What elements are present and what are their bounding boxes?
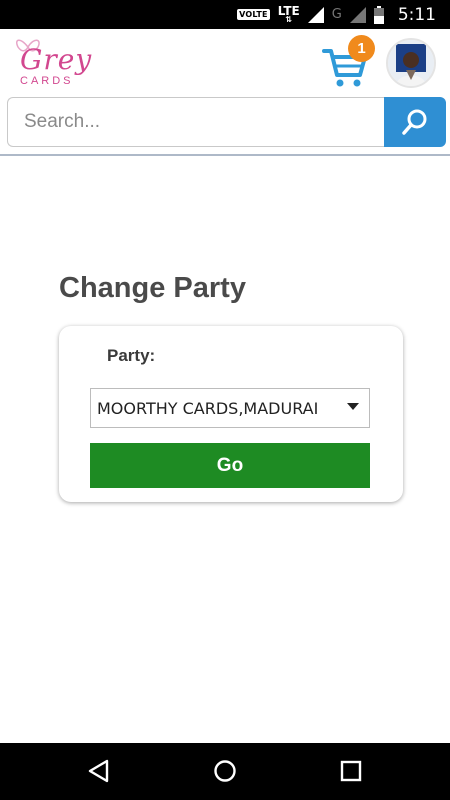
status-bar: VOLTE LTE ⇅ G 5:11 xyxy=(0,0,450,29)
clock: 5:11 xyxy=(397,4,436,25)
party-selected-value: MOORTHY CARDS,MADURAI xyxy=(97,398,319,418)
user-avatar[interactable] xyxy=(386,38,436,88)
change-party-card: Party: MOORTHY CARDS,MADURAI Go xyxy=(59,326,403,502)
logo-wordmark: Grey xyxy=(20,43,93,76)
party-select[interactable]: MOORTHY CARDS,MADURAI xyxy=(90,388,370,428)
app-header: Grey CARDS 1 xyxy=(0,29,450,95)
go-button[interactable]: Go xyxy=(90,443,370,488)
page-title: Change Party xyxy=(59,272,246,304)
search-icon xyxy=(402,109,427,135)
logo-subtitle: CARDS xyxy=(20,75,74,87)
recents-icon[interactable] xyxy=(339,759,363,783)
signal-secondary-icon xyxy=(349,6,366,23)
battery-icon xyxy=(373,5,384,24)
avatar-photo-icon xyxy=(388,40,434,86)
header-divider xyxy=(0,154,450,156)
search-bar xyxy=(7,97,446,147)
home-icon[interactable] xyxy=(213,759,237,783)
lte-indicator: LTE ⇅ xyxy=(278,5,300,24)
search-button[interactable] xyxy=(384,97,446,147)
back-icon[interactable] xyxy=(87,759,111,783)
g-network-label: G xyxy=(331,7,342,22)
cart-count-badge: 1 xyxy=(348,35,375,62)
brand-logo[interactable]: Grey CARDS xyxy=(14,35,94,91)
signal-icon xyxy=(307,6,324,23)
search-input[interactable] xyxy=(7,97,385,147)
dropdown-arrow-icon xyxy=(347,403,359,410)
volte-indicator: VOLTE xyxy=(237,9,270,20)
party-label: Party: xyxy=(107,346,156,365)
system-nav-bar xyxy=(0,743,450,800)
